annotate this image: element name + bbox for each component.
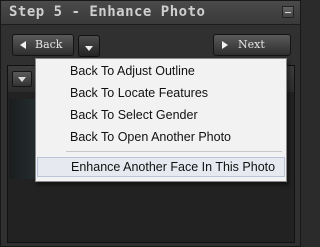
minimize-icon[interactable] [282, 6, 294, 18]
panel-title: Step 5 - Enhance Photo [9, 4, 206, 20]
back-button-label: Back [35, 38, 63, 51]
menu-separator [66, 151, 282, 152]
back-dropdown-button[interactable] [78, 35, 100, 57]
menu-item-open-another-photo[interactable]: Back To Open Another Photo [37, 127, 285, 147]
next-button[interactable]: Next [213, 34, 291, 56]
arrow-left-icon [20, 41, 26, 49]
enhance-photo-panel: Step 5 - Enhance Photo Back Next Back To… [0, 0, 301, 247]
menu-item-adjust-outline[interactable]: Back To Adjust Outline [37, 61, 285, 81]
back-button[interactable]: Back [12, 34, 74, 56]
chevron-down-icon [85, 46, 93, 51]
next-button-label: Next [238, 38, 265, 51]
menu-item-enhance-another-face[interactable]: Enhance Another Face In This Photo [37, 157, 285, 177]
title-bar: Step 5 - Enhance Photo [1, 1, 300, 25]
menu-item-select-gender[interactable]: Back To Select Gender [37, 105, 285, 125]
back-menu: Back To Adjust Outline Back To Locate Fe… [35, 58, 287, 182]
view-dropdown-button[interactable] [12, 71, 32, 87]
arrow-right-icon [222, 41, 228, 49]
menu-item-locate-features[interactable]: Back To Locate Features [37, 83, 285, 103]
